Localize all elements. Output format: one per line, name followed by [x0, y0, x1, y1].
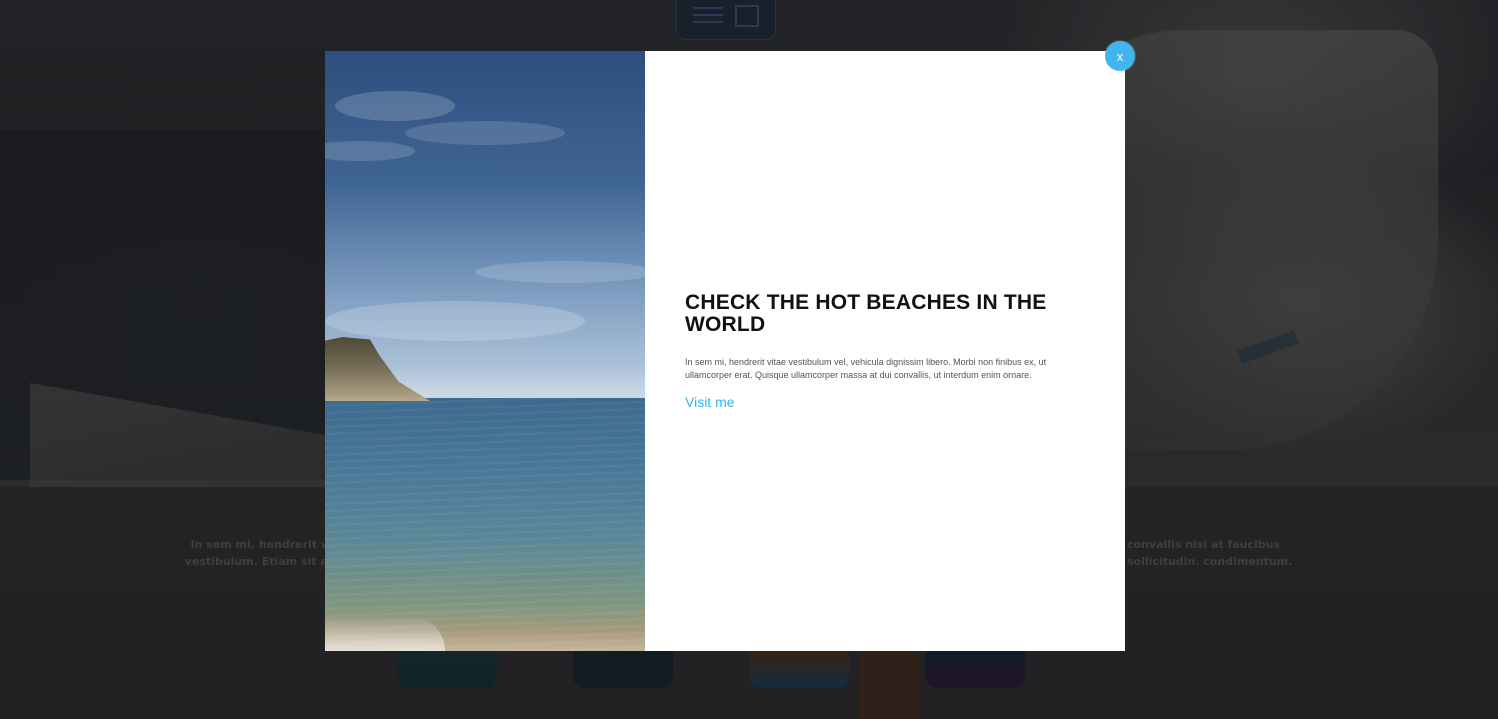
modal-image-sea — [325, 398, 645, 651]
visit-me-link[interactable]: Visit me — [685, 394, 1085, 410]
modal-image-foam — [325, 616, 445, 651]
modal-beach-image — [325, 51, 645, 651]
modal-description: In sem mi, hendrerit vitae vestibulum ve… — [685, 357, 1047, 380]
modal-title: CHECK THE HOT BEACHES IN THE WORLD — [685, 291, 1047, 336]
close-icon: x — [1116, 48, 1124, 64]
modal-content: CHECK THE HOT BEACHES IN THE WORLD In se… — [645, 51, 1125, 651]
modal-dialog: CHECK THE HOT BEACHES IN THE WORLD In se… — [325, 51, 1125, 651]
close-button[interactable]: x — [1105, 41, 1135, 71]
modal-image-cliff — [325, 337, 430, 401]
